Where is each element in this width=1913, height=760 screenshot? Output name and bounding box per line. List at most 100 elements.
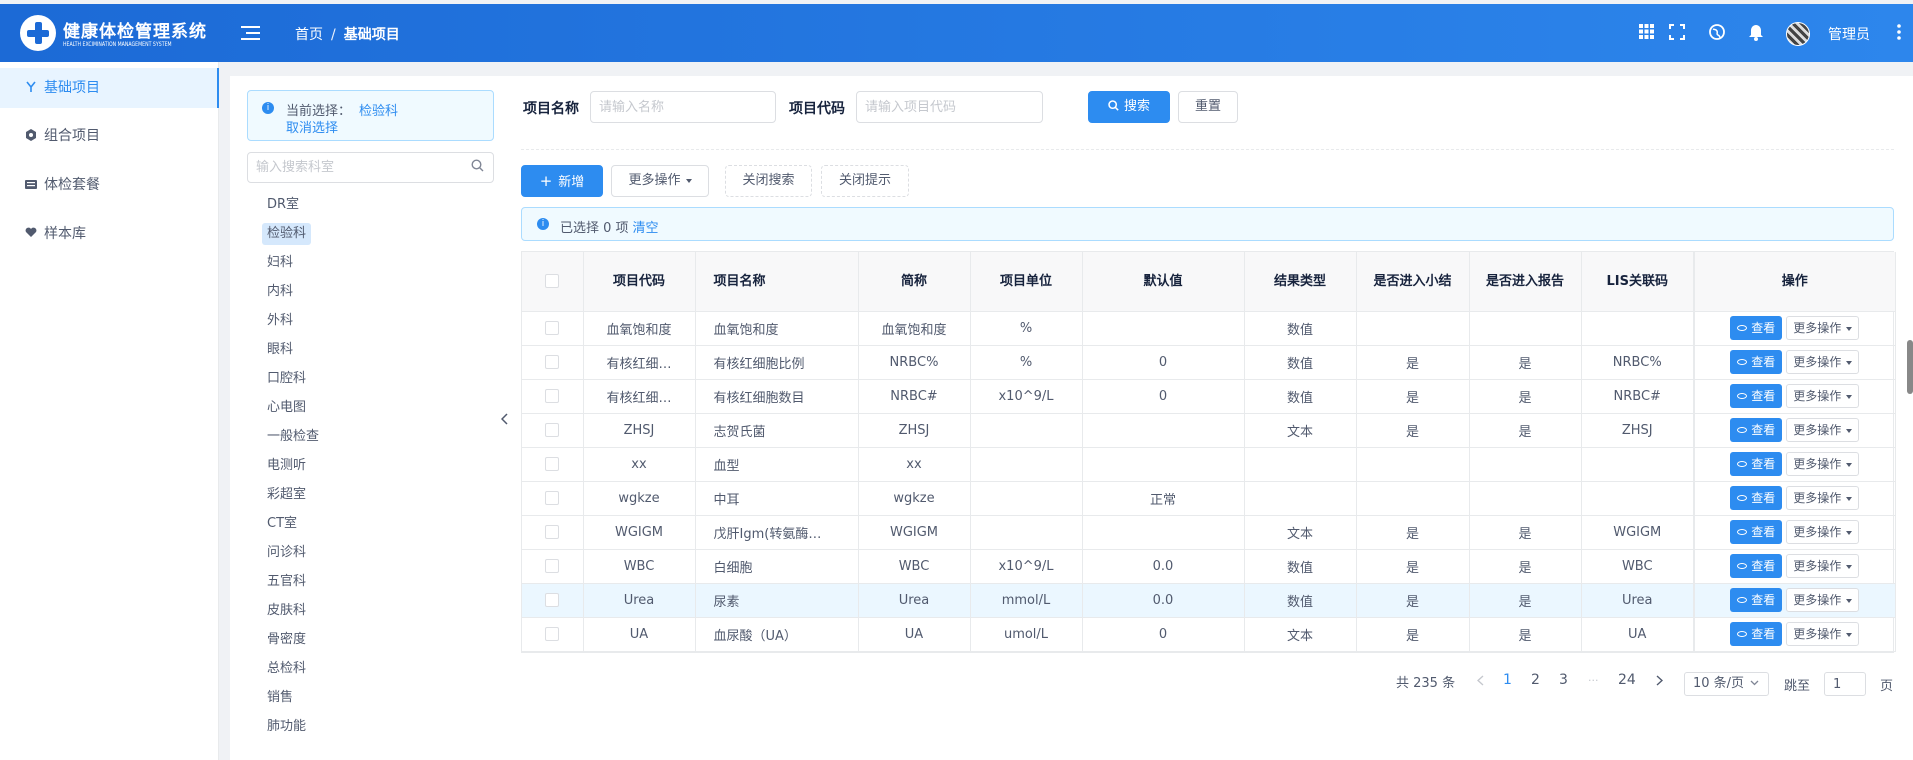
view-button[interactable]: 查看 (1730, 520, 1783, 544)
table-row[interactable]: ZHSJ 志贺氏菌 ZHSJ 文本是是 ZHSJ 查看 更多操作 (522, 413, 1896, 448)
sidebar-item-combo-items[interactable]: 组合项目 (0, 116, 219, 156)
table-row[interactable]: wgkze 中耳 wgkze 正常 查看 更多操作 (522, 481, 1896, 516)
row-checkbox[interactable] (545, 355, 560, 369)
view-button[interactable]: 查看 (1730, 418, 1783, 442)
dept-item[interactable]: 肺功能 (262, 716, 311, 738)
row-checkbox[interactable] (545, 593, 560, 607)
row-checkbox[interactable] (545, 559, 560, 573)
row-more-button[interactable]: 更多操作 (1786, 384, 1860, 408)
dept-item[interactable]: 外科 (262, 310, 298, 332)
dept-item[interactable]: 妇科 (262, 252, 298, 274)
globe-icon[interactable] (1707, 24, 1726, 43)
row-more-button[interactable]: 更多操作 (1786, 418, 1860, 442)
page-size-select[interactable]: 10 条/页 (1684, 672, 1769, 696)
column-header[interactable]: 是否进入报告 (1469, 252, 1582, 312)
search-icon[interactable] (471, 159, 485, 173)
more-actions-button[interactable]: 更多操作 (611, 165, 709, 197)
sidebar-item-basic-items[interactable]: 基础项目 (0, 68, 219, 108)
table-row[interactable]: UA 血尿酸（UA） UA umol/L 0 文本是是 UA 查看 更多操作 (522, 617, 1896, 652)
user-name[interactable]: 管理员 (1828, 24, 1870, 44)
row-more-button[interactable]: 更多操作 (1786, 588, 1860, 612)
dept-item[interactable]: 彩超室 (262, 484, 311, 506)
row-select-cell[interactable] (522, 617, 584, 652)
scrollbar-thumb[interactable] (1907, 340, 1913, 394)
collapse-panel-icon[interactable] (500, 410, 509, 429)
page-number[interactable]: 3 (1559, 672, 1568, 688)
view-button[interactable]: 查看 (1730, 452, 1783, 476)
row-more-button[interactable]: 更多操作 (1786, 316, 1860, 340)
view-button[interactable]: 查看 (1730, 316, 1783, 340)
code-input[interactable] (856, 91, 1043, 123)
dept-item[interactable]: 销售 (262, 687, 298, 709)
menu-toggle-icon[interactable] (241, 26, 260, 41)
row-select-cell[interactable] (522, 583, 584, 618)
dept-item[interactable]: 一般检查 (262, 426, 324, 448)
column-header[interactable]: 简称 (858, 252, 971, 312)
search-button[interactable]: 搜索 (1088, 91, 1170, 123)
row-checkbox[interactable] (545, 491, 560, 505)
table-row[interactable]: xx 血型 xx 查看 更多操作 (522, 447, 1896, 482)
row-more-button[interactable]: 更多操作 (1786, 452, 1860, 476)
row-more-button[interactable]: 更多操作 (1786, 486, 1860, 510)
cancel-selection-link[interactable]: 取消选择 (286, 117, 338, 136)
column-header[interactable]: 项目代码 (583, 252, 696, 312)
column-header[interactable]: 项目名称 (695, 252, 859, 312)
select-all-checkbox[interactable] (545, 274, 560, 289)
row-select-cell[interactable] (522, 447, 584, 482)
dept-item[interactable]: 总检科 (262, 658, 311, 680)
avatar[interactable] (1786, 22, 1810, 46)
column-header[interactable]: 项目单位 (970, 252, 1083, 312)
row-select-cell[interactable] (522, 549, 584, 584)
view-button[interactable]: 查看 (1730, 384, 1783, 408)
row-more-button[interactable]: 更多操作 (1786, 350, 1860, 374)
row-checkbox[interactable] (545, 525, 560, 539)
dept-item[interactable]: 问诊科 (262, 542, 311, 564)
row-checkbox[interactable] (545, 457, 560, 471)
add-button[interactable]: + 新增 (521, 165, 603, 197)
row-checkbox[interactable] (545, 627, 560, 641)
row-checkbox[interactable] (545, 423, 560, 437)
column-header[interactable]: 结果类型 (1244, 252, 1357, 312)
column-header[interactable]: 是否进入小结 (1356, 252, 1470, 312)
view-button[interactable]: 查看 (1730, 622, 1783, 646)
prev-page-icon[interactable] (1476, 674, 1484, 690)
dept-item[interactable]: DR室 (262, 194, 304, 216)
table-row[interactable]: 有核红细… 有核红细胞比例 NRBC%% 0 数值是是 NRBC% 查看 更多操作 (522, 345, 1896, 380)
view-button[interactable]: 查看 (1730, 554, 1783, 578)
dept-item[interactable]: CT室 (262, 513, 302, 535)
table-row[interactable]: WGIGM 戊肝Igm(转氨酶… WGIGM 文本是是 WGIGM 查看 更多操作 (522, 515, 1896, 550)
row-select-cell[interactable] (522, 413, 584, 448)
row-select-cell[interactable] (522, 481, 584, 516)
dept-item[interactable]: 检验科 (262, 223, 312, 245)
page-number[interactable]: 2 (1531, 672, 1540, 688)
dept-item[interactable]: 内科 (262, 281, 298, 303)
row-more-button[interactable]: 更多操作 (1786, 554, 1860, 578)
dept-item[interactable]: 电测听 (262, 455, 311, 477)
column-header[interactable]: 默认值 (1082, 252, 1245, 312)
name-input[interactable] (590, 91, 776, 123)
dept-item[interactable]: 口腔科 (262, 368, 311, 390)
page-number[interactable]: 24 (1618, 672, 1636, 688)
row-more-button[interactable]: 更多操作 (1786, 622, 1860, 646)
reset-button[interactable]: 重置 (1178, 91, 1238, 123)
next-page-icon[interactable] (1656, 674, 1664, 690)
dept-item[interactable]: 心电图 (262, 397, 311, 419)
row-more-button[interactable]: 更多操作 (1786, 520, 1860, 544)
close-tip-button[interactable]: 关闭提示 (821, 165, 909, 197)
jump-page-input[interactable] (1824, 672, 1866, 696)
more-vertical-icon[interactable] (1897, 24, 1901, 44)
row-select-cell[interactable] (522, 515, 584, 550)
page-number[interactable]: 1 (1503, 672, 1512, 688)
fullscreen-icon[interactable] (1667, 24, 1686, 43)
dept-search-input[interactable] (247, 152, 494, 183)
clear-selection-link[interactable]: 清空 (633, 221, 659, 236)
row-select-cell[interactable] (522, 379, 584, 414)
dept-item[interactable]: 骨密度 (262, 629, 311, 651)
grid-icon[interactable] (1637, 24, 1656, 43)
sidebar-item-packages[interactable]: 体检套餐 (0, 165, 219, 205)
breadcrumb-home[interactable]: 首页 (295, 27, 323, 43)
dept-item[interactable]: 皮肤科 (262, 600, 311, 622)
dept-item[interactable]: 眼科 (262, 339, 298, 361)
page-ellipsis[interactable]: ··· (1588, 674, 1599, 687)
table-row[interactable]: 有核红细… 有核红细胞数目 NRBC# x10^9/L 0 数值是是 NRBC# 查看 更多操作 (522, 379, 1896, 414)
